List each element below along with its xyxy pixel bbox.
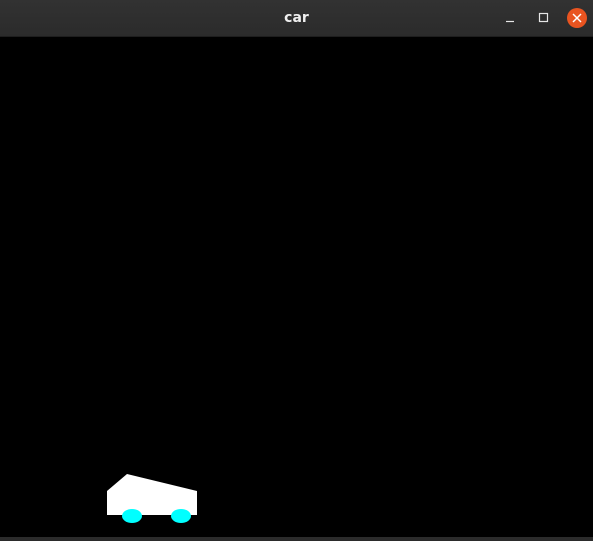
drawing-canvas[interactable] xyxy=(0,37,593,537)
app-window: car xyxy=(0,0,593,541)
close-button[interactable] xyxy=(567,8,587,28)
car-wheel-front xyxy=(171,509,191,523)
car-wheel-rear xyxy=(122,509,142,523)
minimize-icon xyxy=(506,20,514,23)
scene xyxy=(107,474,197,523)
minimize-button[interactable] xyxy=(500,8,520,28)
window-bottom-border xyxy=(0,537,593,541)
maximize-icon xyxy=(538,12,549,23)
car-body xyxy=(107,474,197,515)
close-icon xyxy=(572,13,582,23)
title-bar[interactable]: car xyxy=(0,0,593,37)
maximize-button[interactable] xyxy=(533,8,553,28)
